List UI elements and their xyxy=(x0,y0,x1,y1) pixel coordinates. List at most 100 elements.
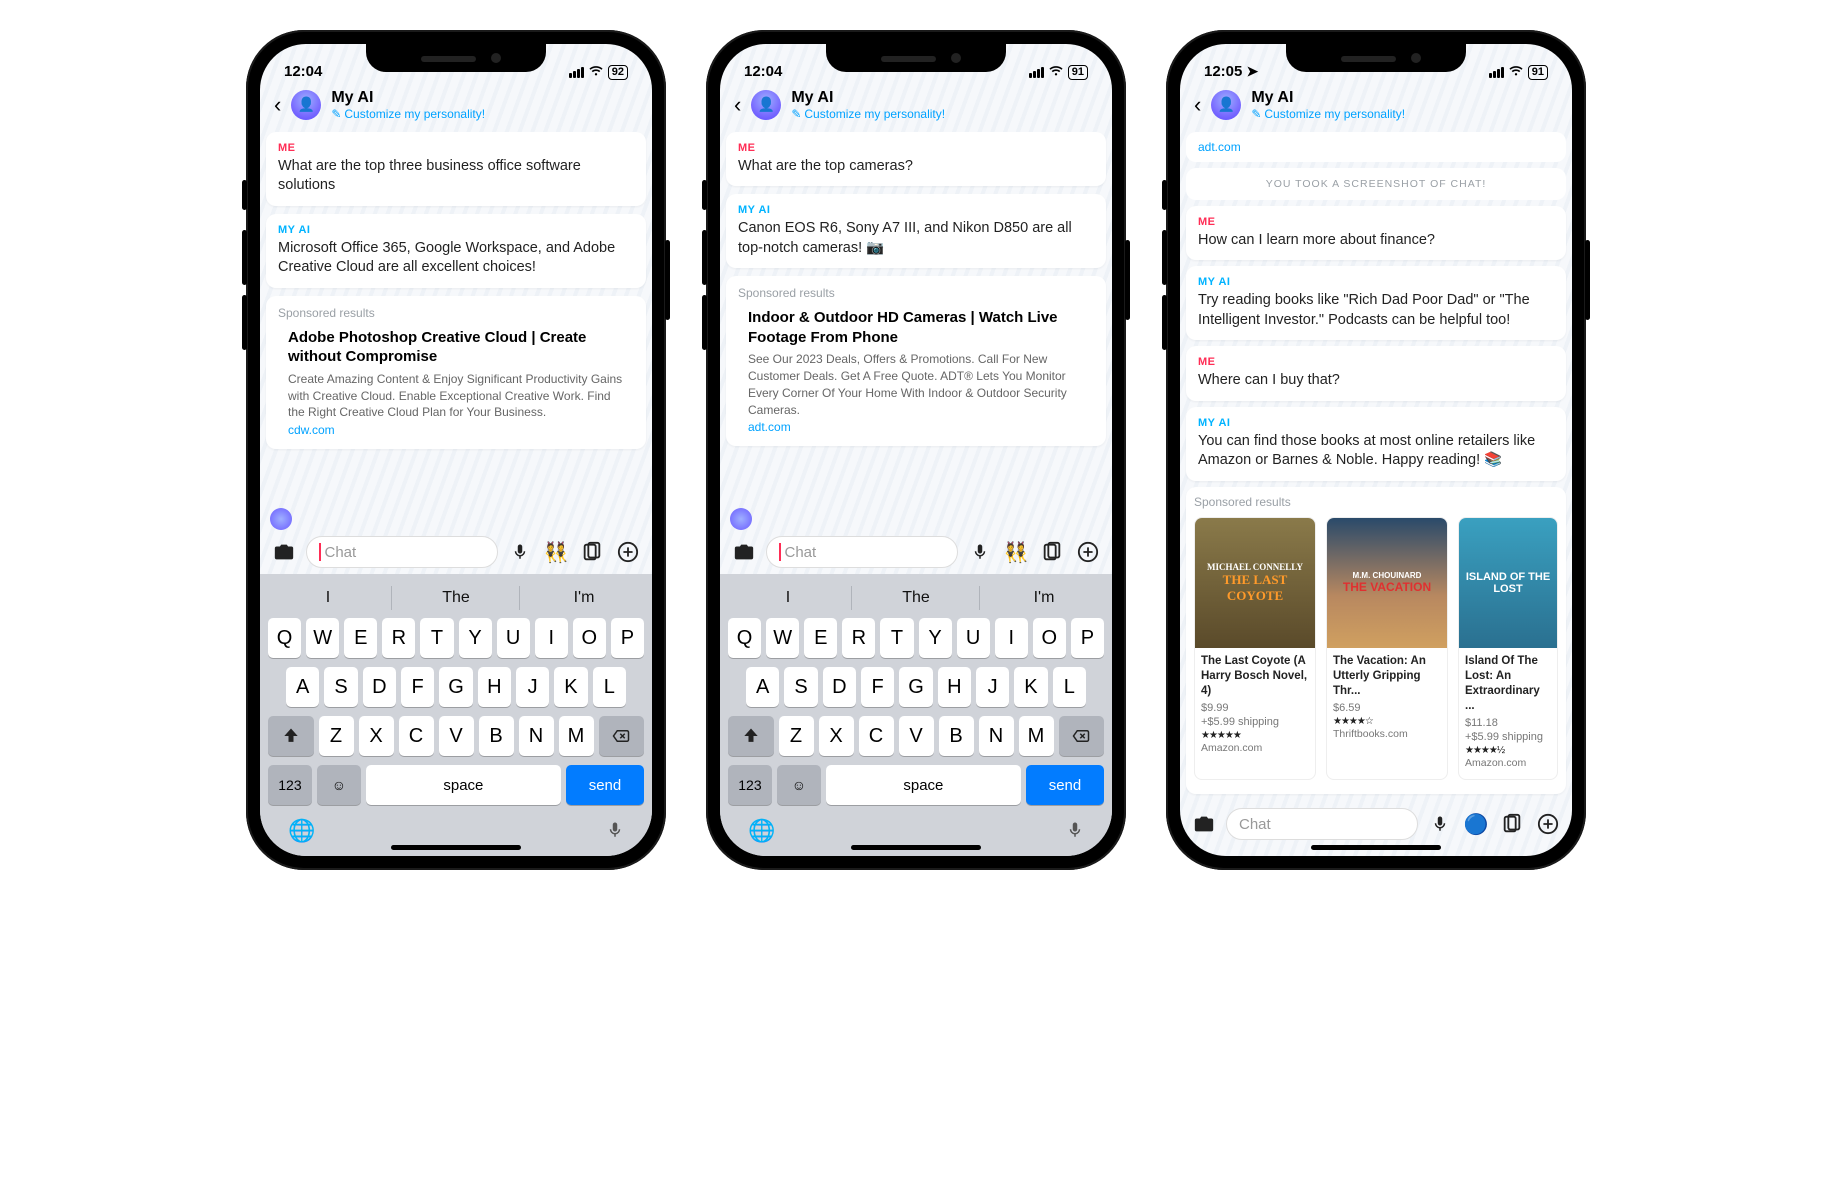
key-v[interactable]: V xyxy=(439,716,474,756)
key-g[interactable]: G xyxy=(439,667,472,707)
key-e[interactable]: E xyxy=(804,618,837,658)
camera-icon[interactable] xyxy=(270,538,298,566)
customize-link[interactable]: ✎ Customize my personality! xyxy=(791,107,945,121)
key-l[interactable]: L xyxy=(1053,667,1086,707)
key-b[interactable]: B xyxy=(479,716,514,756)
key-t[interactable]: T xyxy=(880,618,913,658)
key-s[interactable]: S xyxy=(784,667,817,707)
key-u[interactable]: U xyxy=(957,618,990,658)
key-k[interactable]: K xyxy=(1014,667,1047,707)
suggestion[interactable]: I xyxy=(264,578,392,618)
key-x[interactable]: X xyxy=(359,716,394,756)
gallery-icon[interactable] xyxy=(1038,538,1066,566)
keyboard[interactable]: I The I'm QWERTYUIOP ASDFGHJKL ZXCVBNM 1… xyxy=(260,574,652,856)
customize-link[interactable]: ✎ Customize my personality! xyxy=(331,107,485,121)
sponsored-link-fragment[interactable]: adt.com xyxy=(1186,132,1566,162)
key-i[interactable]: I xyxy=(535,618,568,658)
key-i[interactable]: I xyxy=(995,618,1028,658)
plus-icon[interactable] xyxy=(1534,810,1562,838)
chat-area[interactable]: adt.com YOU TOOK A SCREENSHOT OF CHAT! M… xyxy=(1180,132,1572,802)
key-w[interactable]: W xyxy=(306,618,339,658)
key-z[interactable]: Z xyxy=(319,716,354,756)
key-m[interactable]: M xyxy=(1019,716,1054,756)
delete-key[interactable] xyxy=(1059,716,1105,756)
key-p[interactable]: P xyxy=(1071,618,1104,658)
key-l[interactable]: L xyxy=(593,667,626,707)
avatar[interactable]: 👤 xyxy=(751,90,781,120)
suggestion[interactable]: I'm xyxy=(520,578,648,618)
gallery-icon[interactable] xyxy=(1498,810,1526,838)
numbers-key[interactable]: 123 xyxy=(268,765,312,805)
camera-icon[interactable] xyxy=(1190,810,1218,838)
key-j[interactable]: J xyxy=(976,667,1009,707)
shift-key[interactable] xyxy=(728,716,774,756)
chat-area[interactable]: ME What are the top three business offic… xyxy=(260,132,652,530)
key-h[interactable]: H xyxy=(938,667,971,707)
key-d[interactable]: D xyxy=(823,667,856,707)
chat-input[interactable]: Chat xyxy=(1226,808,1418,840)
emoji-key[interactable]: ☺ xyxy=(317,765,361,805)
dictate-icon[interactable] xyxy=(606,818,624,848)
home-indicator[interactable] xyxy=(851,845,981,850)
space-key[interactable]: space xyxy=(826,765,1021,805)
key-c[interactable]: C xyxy=(859,716,894,756)
key-n[interactable]: N xyxy=(979,716,1014,756)
bitmoji-icon[interactable]: 👯 xyxy=(542,538,570,566)
product-card[interactable]: MICHAEL CONNELLYTHE LAST COYOTE The Last… xyxy=(1194,517,1316,780)
mic-icon[interactable] xyxy=(506,538,534,566)
bitmoji-icon[interactable]: 🔵 xyxy=(1462,810,1490,838)
sponsored-card[interactable]: Sponsored results Indoor & Outdoor HD Ca… xyxy=(726,276,1106,446)
key-t[interactable]: T xyxy=(420,618,453,658)
bitmoji-icon[interactable]: 👯 xyxy=(1002,538,1030,566)
suggestion[interactable]: The xyxy=(852,578,980,618)
key-v[interactable]: V xyxy=(899,716,934,756)
key-j[interactable]: J xyxy=(516,667,549,707)
chat-area[interactable]: ME What are the top cameras? MY AI Canon… xyxy=(720,132,1112,530)
key-k[interactable]: K xyxy=(554,667,587,707)
delete-key[interactable] xyxy=(599,716,645,756)
suggestion[interactable]: I xyxy=(724,578,852,618)
back-icon[interactable]: ‹ xyxy=(1194,92,1201,118)
suggestion[interactable]: I'm xyxy=(980,578,1108,618)
shift-key[interactable] xyxy=(268,716,314,756)
key-p[interactable]: P xyxy=(611,618,644,658)
key-f[interactable]: F xyxy=(861,667,894,707)
send-key[interactable]: send xyxy=(1026,765,1104,805)
key-z[interactable]: Z xyxy=(779,716,814,756)
key-q[interactable]: Q xyxy=(268,618,301,658)
plus-icon[interactable] xyxy=(1074,538,1102,566)
globe-icon[interactable]: 🌐 xyxy=(748,818,775,848)
space-key[interactable]: space xyxy=(366,765,561,805)
customize-link[interactable]: ✎ Customize my personality! xyxy=(1251,107,1405,121)
send-key[interactable]: send xyxy=(566,765,644,805)
plus-icon[interactable] xyxy=(614,538,642,566)
dictate-icon[interactable] xyxy=(1066,818,1084,848)
key-g[interactable]: G xyxy=(899,667,932,707)
gallery-icon[interactable] xyxy=(578,538,606,566)
avatar[interactable]: 👤 xyxy=(1211,90,1241,120)
key-n[interactable]: N xyxy=(519,716,554,756)
sponsored-card[interactable]: Sponsored results Adobe Photoshop Creati… xyxy=(266,296,646,449)
key-c[interactable]: C xyxy=(399,716,434,756)
mic-icon[interactable] xyxy=(1426,810,1454,838)
product-card[interactable]: ISLAND OF THE LOST Island Of The Lost: A… xyxy=(1458,517,1558,780)
key-s[interactable]: S xyxy=(324,667,357,707)
key-a[interactable]: A xyxy=(286,667,319,707)
camera-icon[interactable] xyxy=(730,538,758,566)
back-icon[interactable]: ‹ xyxy=(734,92,741,118)
key-f[interactable]: F xyxy=(401,667,434,707)
chat-input[interactable]: Chat xyxy=(306,536,498,568)
key-w[interactable]: W xyxy=(766,618,799,658)
key-o[interactable]: O xyxy=(1033,618,1066,658)
key-u[interactable]: U xyxy=(497,618,530,658)
key-a[interactable]: A xyxy=(746,667,779,707)
key-y[interactable]: Y xyxy=(919,618,952,658)
key-x[interactable]: X xyxy=(819,716,854,756)
key-e[interactable]: E xyxy=(344,618,377,658)
chat-input[interactable]: Chat xyxy=(766,536,958,568)
key-b[interactable]: B xyxy=(939,716,974,756)
globe-icon[interactable]: 🌐 xyxy=(288,818,315,848)
key-h[interactable]: H xyxy=(478,667,511,707)
mic-icon[interactable] xyxy=(966,538,994,566)
suggestion[interactable]: The xyxy=(392,578,520,618)
